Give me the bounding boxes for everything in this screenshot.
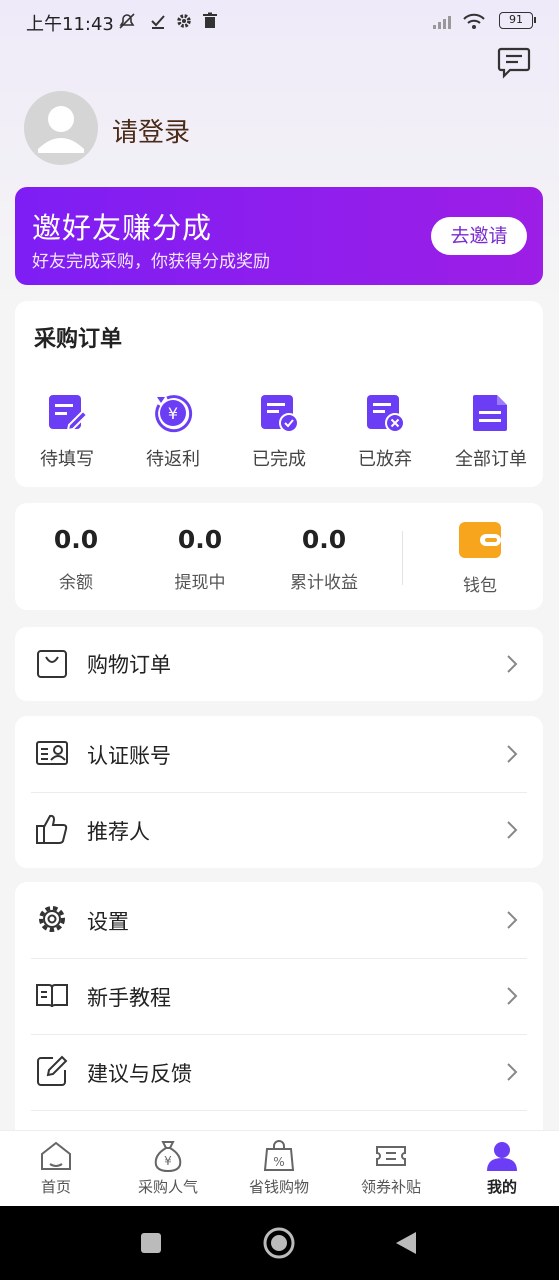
order-label: 待返利	[146, 449, 200, 470]
verify-account-row[interactable]: 认证账号	[15, 716, 543, 792]
invite-button[interactable]: 去邀请	[431, 217, 527, 255]
divider	[402, 531, 403, 585]
settings-row[interactable]: 设置	[15, 882, 543, 958]
total-earnings-stat[interactable]: 0.0 累计收益	[269, 525, 379, 593]
chevron-right-icon	[507, 1063, 518, 1081]
bottom-tab-bar: 首页 ¥ 采购人气 % 省钱购物 领券补贴 我的	[0, 1130, 559, 1207]
total-earnings-value: 0.0	[301, 525, 347, 554]
tab-mine[interactable]: 我的	[452, 1139, 552, 1197]
order-all[interactable]: 全部订单	[439, 391, 543, 471]
chevron-right-icon	[507, 745, 518, 763]
invite-title: 邀好友赚分成	[32, 211, 213, 245]
default-avatar-icon	[38, 106, 84, 153]
shopping-bag-outline-icon	[37, 650, 67, 678]
cancel-doc-icon	[367, 395, 405, 433]
money-bag-icon: ¥	[154, 1141, 182, 1173]
message-icon[interactable]	[496, 44, 532, 80]
feedback-row[interactable]: 建议与反馈	[15, 1034, 543, 1110]
settings-label: 设置	[87, 910, 129, 934]
purchase-orders-card: 采购订单 待填写 ¥ 待返利 已完成 已放弃 全部订单	[15, 301, 543, 487]
trash-icon	[203, 12, 217, 28]
withdrawing-stat[interactable]: 0.0 提现中	[145, 525, 255, 593]
referrer-label: 推荐人	[87, 820, 150, 844]
order-pending-rebate[interactable]: ¥ 待返利	[121, 391, 225, 471]
id-card-icon	[36, 741, 68, 765]
order-completed[interactable]: 已完成	[227, 391, 331, 471]
home-circle-icon[interactable]	[262, 1226, 296, 1260]
wallet-icon	[459, 522, 501, 558]
balance-value: 0.0	[53, 525, 99, 554]
verify-account-label: 认证账号	[87, 744, 171, 768]
recent-apps-icon[interactable]	[140, 1232, 162, 1254]
battery-indicator: 91	[499, 12, 536, 29]
tab-label: 省钱购物	[248, 1178, 309, 1196]
wifi-icon	[463, 13, 485, 29]
tab-coupons[interactable]: 领券补贴	[341, 1139, 441, 1197]
user-icon	[487, 1142, 517, 1171]
wallet-button[interactable]: 钱包	[425, 521, 535, 596]
settings-card: 设置 新手教程 建议与反馈	[15, 882, 543, 1142]
all-doc-icon	[473, 395, 507, 431]
tab-label: 首页	[40, 1178, 71, 1196]
invite-banner[interactable]: 邀好友赚分成 好友完成采购，你获得分成奖励 去邀请	[15, 187, 543, 285]
yuan-refresh-icon: ¥	[155, 395, 193, 433]
chevron-right-icon	[507, 987, 518, 1005]
status-bar: 上午11:43 91	[0, 0, 559, 42]
gear-icon	[39, 906, 65, 932]
purchase-orders-title: 采购订单	[34, 327, 123, 352]
tutorial-label: 新手教程	[87, 986, 171, 1010]
balance-stat[interactable]: 0.0 余额	[21, 525, 131, 593]
avatar[interactable]	[24, 91, 98, 165]
book-icon	[36, 984, 68, 1008]
system-navigation-bar	[0, 1206, 559, 1280]
withdrawing-label: 提现中	[174, 573, 226, 593]
order-label: 全部订单	[455, 449, 527, 470]
order-label: 待填写	[40, 449, 94, 470]
svg-text:%: %	[273, 1155, 284, 1169]
order-label: 已完成	[252, 449, 306, 470]
coupon-icon	[376, 1146, 406, 1166]
edit-note-icon	[37, 1055, 68, 1086]
status-time: 上午11:43	[26, 14, 114, 35]
tab-label: 采购人气	[137, 1178, 198, 1196]
tab-label: 领券补贴	[360, 1178, 421, 1196]
check-doc-icon	[261, 395, 299, 433]
tab-label: 我的	[486, 1178, 517, 1196]
shopping-orders-label: 购物订单	[87, 653, 171, 677]
withdrawing-value: 0.0	[177, 525, 223, 554]
tab-purchase-popularity[interactable]: ¥ 采购人气	[118, 1139, 218, 1197]
feedback-label: 建议与反馈	[87, 1062, 192, 1086]
edit-doc-icon	[49, 395, 89, 432]
total-earnings-label: 累计收益	[290, 573, 358, 593]
signal-icon	[433, 16, 451, 29]
gear-icon	[177, 14, 191, 28]
svg-text:¥: ¥	[164, 1154, 172, 1168]
account-card: 认证账号 推荐人	[15, 716, 543, 868]
thumbs-up-icon	[36, 814, 68, 844]
mute-icon	[119, 13, 135, 29]
shopping-orders-card: 购物订单	[15, 627, 543, 701]
divider	[31, 1110, 527, 1111]
home-icon	[41, 1141, 71, 1170]
back-icon[interactable]	[394, 1230, 418, 1256]
wallet-card: 0.0 余额 0.0 提现中 0.0 累计收益 钱包	[15, 503, 543, 610]
referrer-row[interactable]: 推荐人	[15, 792, 543, 868]
tab-home[interactable]: 首页	[6, 1139, 106, 1197]
order-pending-fill[interactable]: 待填写	[15, 391, 119, 471]
chevron-right-icon	[507, 655, 518, 673]
checkmark-icon	[151, 15, 165, 29]
tab-save-shopping[interactable]: % 省钱购物	[229, 1139, 329, 1197]
login-link[interactable]: 请登录	[112, 112, 190, 149]
balance-label: 余额	[59, 573, 93, 593]
chevron-right-icon	[507, 821, 518, 839]
wallet-label: 钱包	[463, 576, 497, 596]
tutorial-row[interactable]: 新手教程	[15, 958, 543, 1034]
shopping-bag-icon: %	[263, 1140, 295, 1171]
order-abandoned[interactable]: 已放弃	[333, 391, 437, 471]
svg-text:¥: ¥	[168, 404, 178, 423]
order-label: 已放弃	[358, 449, 412, 470]
invite-subtitle: 好友完成采购，你获得分成奖励	[32, 252, 270, 272]
chevron-right-icon	[507, 911, 518, 929]
shopping-orders-row[interactable]: 购物订单	[15, 627, 543, 703]
